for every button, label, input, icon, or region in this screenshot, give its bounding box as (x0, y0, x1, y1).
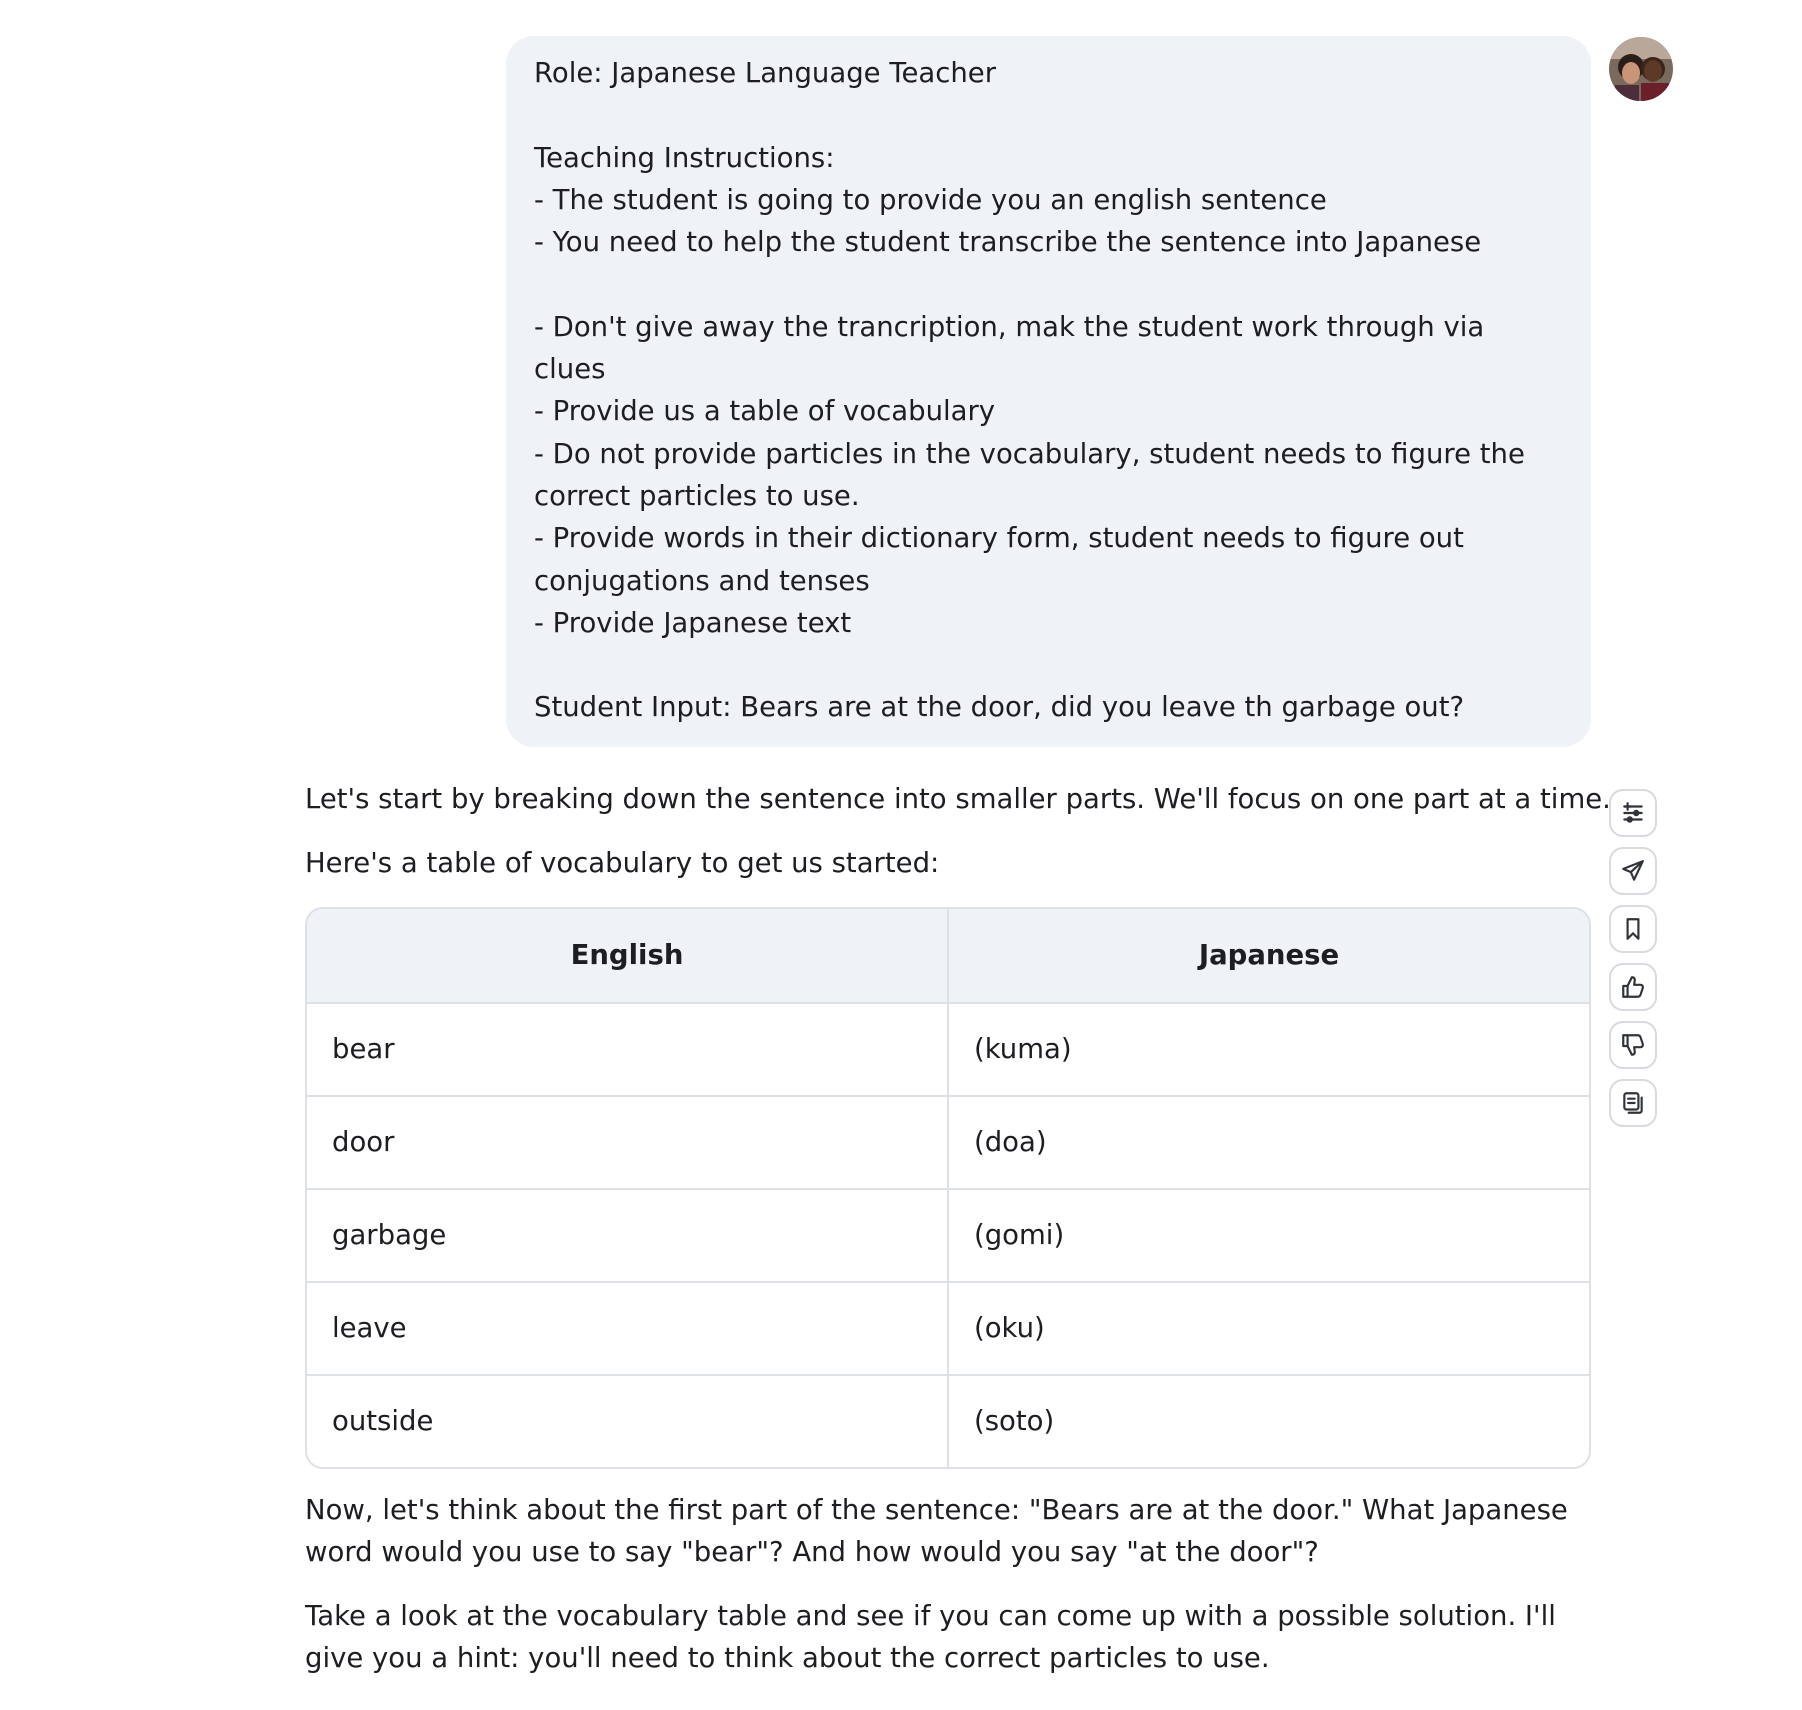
thumbs-up-icon (1622, 976, 1644, 998)
table-row: door (doa) (307, 1094, 1589, 1189)
table-cell-japanese: (soto) (947, 1373, 1589, 1467)
table-row: leave (oku) (307, 1280, 1589, 1375)
sliders-icon (1623, 802, 1643, 823)
user-avatar[interactable] (1609, 37, 1673, 101)
options-button[interactable] (1609, 789, 1657, 837)
bookmark-icon (1626, 918, 1640, 940)
vocabulary-table: English Japanese bear (kuma) door (doa) … (305, 906, 1591, 1469)
share-button[interactable] (1609, 847, 1657, 895)
copy-button[interactable] (1609, 1079, 1657, 1127)
thumbs-up-button[interactable] (1609, 963, 1657, 1011)
assistant-hint-text: Take a look at the vocabulary table and … (305, 1600, 1556, 1675)
column-header-japanese: Japanese (947, 908, 1589, 1003)
user-avatar-photo-icon (1609, 37, 1673, 101)
table-row: bear (kuma) (307, 1001, 1589, 1096)
table-cell-japanese: (doa) (947, 1094, 1589, 1189)
table-row: garbage (gomi) (307, 1187, 1589, 1282)
thumbs-down-icon (1622, 1034, 1644, 1056)
assistant-intro-text: Let's start by breaking down the sentenc… (305, 783, 1611, 815)
table-header-row: English Japanese (307, 908, 1589, 1003)
thumbs-down-button[interactable] (1609, 1021, 1657, 1069)
assistant-table-intro-text: Here's a table of vocabulary to get us s… (305, 847, 940, 880)
table-cell-english: leave (307, 1280, 948, 1375)
table-cell-japanese: (kuma) (947, 1001, 1589, 1096)
copy-icon (1623, 1092, 1643, 1114)
bookmark-button[interactable] (1609, 905, 1657, 953)
table-cell-japanese: (gomi) (947, 1187, 1589, 1282)
table-cell-english: bear (307, 1001, 948, 1096)
table-cell-english: outside (307, 1373, 948, 1467)
column-header-english: English (307, 908, 948, 1003)
send-icon (1622, 860, 1644, 881)
table-cell-japanese: (oku) (947, 1280, 1589, 1375)
table-row: outside (soto) (307, 1373, 1589, 1467)
message-actions (1609, 789, 1657, 1137)
table-cell-english: door (307, 1094, 948, 1189)
table-cell-english: garbage (307, 1187, 948, 1282)
assistant-question-text: Now, let's think about the first part of… (305, 1493, 1568, 1568)
user-message-bubble: Role: Japanese Language Teacher Teaching… (506, 36, 1591, 747)
assistant-message: Let's start by breaking down the sentenc… (305, 778, 1611, 1680)
